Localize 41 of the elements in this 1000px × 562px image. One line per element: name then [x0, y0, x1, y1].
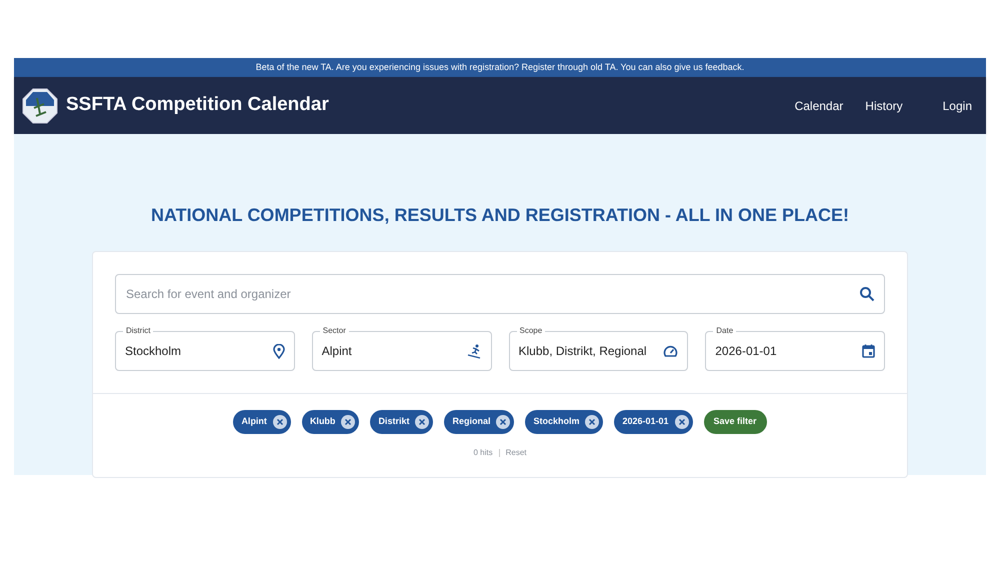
logo-icon: [22, 88, 58, 124]
filter-chip[interactable]: Alpint: [233, 410, 291, 434]
calendar-icon: [862, 344, 875, 358]
skier-icon: [466, 344, 482, 358]
field-value: 2026-01-01: [715, 343, 778, 360]
field-label: Sector: [320, 326, 349, 336]
chip-label: Regional: [452, 415, 490, 428]
filter-chip[interactable]: Stockholm: [525, 410, 604, 434]
filter-chip[interactable]: Klubb: [302, 410, 360, 434]
remove-icon[interactable]: [415, 415, 430, 429]
filter-chip[interactable]: Distrikt: [370, 410, 434, 434]
location-pin-icon: [272, 344, 285, 358]
chip-label: Alpint: [241, 415, 267, 428]
chip-label: 2026-01-01: [622, 415, 669, 428]
banner-text: Beta of the new TA. Are you experiencing issues with registration? Register through old TA. You can also give us feedback.: [256, 60, 744, 74]
remove-icon[interactable]: [272, 415, 287, 429]
site-title: SSFTA Competition Calendar: [66, 93, 329, 118]
field-value: Alpint: [322, 343, 353, 360]
nav-link[interactable]: History: [865, 96, 903, 114]
search-icon: [859, 286, 875, 302]
field-value: Stockholm: [125, 343, 182, 360]
nav-link[interactable]: Calendar: [794, 96, 844, 114]
headline: NATIONAL COMPETITIONS, RESULTS AND REGISTRATION - ALL IN ONE PLACE!: [150, 204, 849, 227]
remove-icon[interactable]: [674, 415, 689, 429]
hits-count: 0 hits: [473, 447, 493, 459]
remove-icon[interactable]: [585, 415, 600, 429]
gauge-icon: [663, 344, 678, 358]
chip-label: Stockholm: [533, 415, 580, 428]
search-field[interactable]: Search for event and organizer: [115, 274, 885, 314]
save-filter-button[interactable]: Save filter: [704, 410, 767, 434]
chip-label: Klubb: [310, 415, 336, 428]
remove-icon[interactable]: [341, 415, 356, 429]
field-label: District: [123, 326, 154, 336]
field-label: Scope: [516, 326, 546, 336]
filter-chip[interactable]: 2026-01-01: [614, 410, 693, 434]
field-label: Date: [713, 326, 736, 336]
field-value: Klubb, Distrikt, Regional: [518, 343, 648, 360]
login-link[interactable]: Login: [942, 96, 972, 114]
filter-chip[interactable]: Regional: [444, 410, 514, 434]
remove-icon[interactable]: [496, 415, 510, 429]
chip-label: Distrikt: [378, 415, 410, 428]
